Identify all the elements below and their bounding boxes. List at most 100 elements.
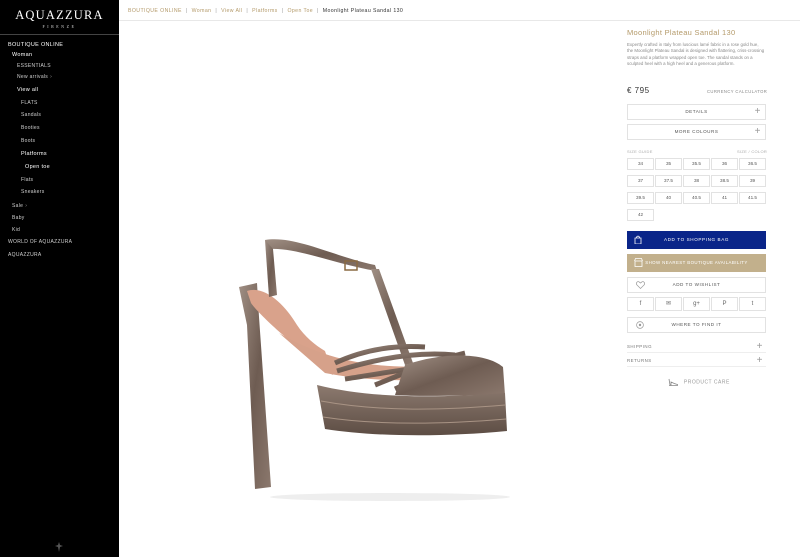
sidebar-item-label: Woman — [12, 52, 33, 58]
facebook-share-button[interactable]: f — [627, 297, 654, 311]
size-option[interactable]: 36 — [711, 158, 738, 170]
twitter-icon: t — [751, 301, 754, 307]
size-conversion-link[interactable]: SIZE / COLOR — [737, 149, 767, 154]
size-guide-link[interactable]: SIZE GUIDE — [627, 149, 653, 154]
sidebar-item[interactable]: View all — [17, 87, 38, 93]
breadcrumb-item[interactable]: Woman — [192, 8, 212, 14]
add-to-wishlist-button[interactable]: ADD TO WISHLIST — [627, 277, 766, 293]
product-image[interactable] — [225, 225, 515, 515]
pinterest-share-button[interactable]: P — [711, 297, 738, 311]
product-description: Expertly crafted in Italy from luscious … — [627, 42, 765, 66]
size-option[interactable]: 34 — [627, 158, 654, 170]
sidebar-item-label: Flats — [21, 177, 34, 183]
sidebar-item[interactable]: New arrivals › — [17, 74, 52, 80]
brand-name: AQUAZZURA — [15, 8, 104, 22]
details-toggle[interactable]: DETAILS + — [627, 104, 766, 120]
sidebar-item-label: WORLD OF AQUAZZURA — [8, 239, 73, 245]
facebook-icon: f — [639, 301, 642, 307]
sidebar-item[interactable]: ESSENTIALS — [17, 63, 51, 69]
breadcrumb-separator: | — [281, 8, 284, 14]
heart-icon — [636, 281, 645, 289]
sidebar-item[interactable]: Sale › — [12, 203, 27, 209]
sidebar-item[interactable]: FLATS — [21, 100, 38, 106]
sidebar-item[interactable]: Sneakers — [21, 189, 45, 195]
size-option[interactable]: 38.5 — [711, 175, 738, 187]
more-colours-toggle[interactable]: MORE COLOURS + — [627, 124, 766, 140]
returns-label: RETURNS — [627, 358, 652, 363]
size-option[interactable]: 42 — [627, 209, 654, 221]
sidebar-item-label: Sneakers — [21, 189, 45, 195]
mail-icon: ✉ — [665, 301, 672, 307]
google-plus-share-button[interactable]: g+ — [683, 297, 710, 311]
sidebar-item[interactable]: Boots — [21, 138, 35, 144]
sidebar: AQUAZZURA FIRENZE BOUTIQUE ONLINE Woman ES… — [0, 0, 119, 557]
mail-share-button[interactable]: ✉ — [655, 297, 682, 311]
store-icon — [634, 258, 643, 267]
logo-divider — [0, 34, 119, 35]
size-option[interactable]: 36.5 — [739, 158, 766, 170]
breadcrumb-item[interactable]: Open Toe — [287, 8, 313, 14]
breadcrumb-separator: | — [246, 8, 249, 14]
boutique-availability-button[interactable]: SHOW NEAREST BOUTIQUE AVAILABILITY — [627, 254, 766, 272]
chevron-right-icon: › — [50, 74, 53, 80]
sidebar-item[interactable]: Sandals — [21, 112, 41, 118]
size-option[interactable]: 39.5 — [627, 192, 654, 204]
plus-icon: + — [754, 126, 761, 137]
breadcrumb-divider — [119, 20, 800, 21]
sidebar-item[interactable]: Flats — [21, 177, 33, 183]
more-colours-label: MORE COLOURS — [674, 129, 719, 134]
sidebar-item[interactable]: BOUTIQUE ONLINE — [8, 42, 63, 48]
location-icon — [636, 321, 644, 329]
emblem-icon — [55, 542, 63, 552]
sidebar-item-label: Boots — [21, 138, 36, 144]
sidebar-item-label: FLATS — [21, 100, 38, 106]
returns-toggle[interactable]: RETURNS + — [627, 355, 766, 367]
breadcrumb-item[interactable]: BOUTIQUE ONLINE — [128, 8, 182, 14]
sidebar-item-label: Open toe — [25, 164, 51, 170]
size-option[interactable]: 35.5 — [683, 158, 710, 170]
size-option[interactable]: 41.5 — [739, 192, 766, 204]
size-option[interactable]: 39 — [739, 175, 766, 187]
breadcrumb-current: Moonlight Plateau Sandal 130 — [322, 8, 404, 14]
breadcrumb-item[interactable]: View All — [221, 8, 242, 14]
currency-calculator-link[interactable]: CURRENCY CALCULATOR — [707, 89, 767, 94]
sidebar-item[interactable]: Kid — [12, 227, 20, 233]
sidebar-item[interactable]: WORLD OF AQUAZZURA — [8, 239, 72, 245]
sidebar-item-label: Sandals — [21, 112, 42, 118]
add-to-bag-button[interactable]: ADD TO SHOPPING BAG — [627, 231, 766, 249]
sidebar-item[interactable]: Open toe — [25, 164, 50, 170]
size-option[interactable]: 40.5 — [683, 192, 710, 204]
sidebar-item[interactable]: Booties — [21, 125, 40, 131]
chevron-right-icon: › — [25, 203, 28, 209]
plus-icon: + — [756, 355, 763, 366]
pinterest-icon: P — [722, 301, 727, 307]
sidebar-item-label: Baby — [12, 215, 25, 221]
size-option[interactable]: 38 — [683, 175, 710, 187]
shopping-bag-icon — [634, 235, 642, 244]
sidebar-item-label: Booties — [21, 125, 40, 131]
size-option[interactable]: 37.5 — [655, 175, 682, 187]
product-price: € 795 — [627, 86, 650, 95]
sidebar-item[interactable]: Platforms — [21, 151, 47, 157]
where-to-find-button[interactable]: WHERE TO FIND IT — [627, 317, 766, 333]
sidebar-item-label: AQUAZZURA — [8, 252, 42, 258]
sidebar-item-label: Kid — [12, 227, 21, 233]
brand-logo[interactable]: AQUAZZURA FIRENZE — [0, 8, 119, 29]
breadcrumb: BOUTIQUE ONLINE | Woman | View All | Platforms… — [128, 8, 407, 16]
sidebar-item[interactable]: Woman — [12, 52, 32, 58]
sidebar-item[interactable]: AQUAZZURA — [8, 252, 42, 258]
add-to-bag-label: ADD TO SHOPPING BAG — [663, 237, 730, 242]
sidebar-item-label: BOUTIQUE ONLINE — [8, 42, 64, 48]
size-option[interactable]: 41 — [711, 192, 738, 204]
breadcrumb-separator: | — [215, 8, 218, 14]
twitter-share-button[interactable]: t — [739, 297, 766, 311]
shipping-toggle[interactable]: SHIPPING + — [627, 341, 766, 353]
breadcrumb-item[interactable]: Platforms — [252, 8, 278, 14]
sidebar-item[interactable]: Baby — [12, 215, 25, 221]
product-care-link[interactable]: PRODUCT CARE — [668, 378, 730, 386]
size-option[interactable]: 37 — [627, 175, 654, 187]
add-to-wishlist-label: ADD TO WISHLIST — [672, 282, 721, 287]
size-option[interactable]: 35 — [655, 158, 682, 170]
size-option[interactable]: 40 — [655, 192, 682, 204]
sidebar-item-label: View all — [17, 87, 39, 93]
